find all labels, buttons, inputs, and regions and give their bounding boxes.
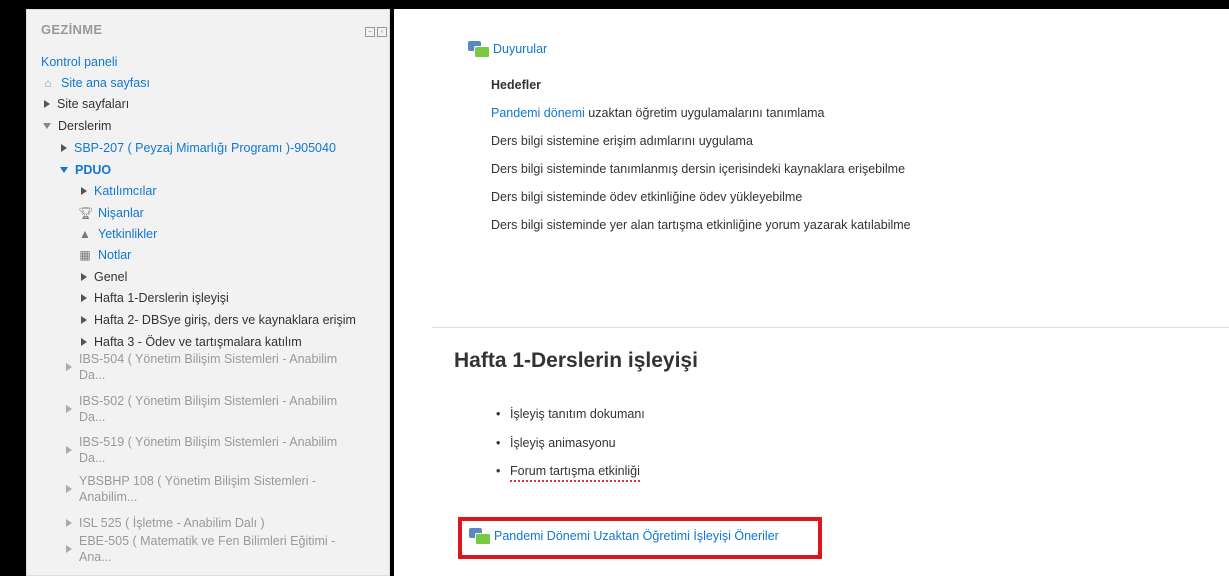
forum-recommendations-link[interactable]: Pandemi Dönemi Uzaktan Öğretimi İşleyişi… (469, 528, 779, 545)
expand-arrow-icon (66, 485, 72, 493)
dock-block-icon[interactable]: ‹ (377, 27, 387, 37)
expand-arrow-icon (66, 363, 72, 371)
nav-course-sbp207[interactable]: SBP-207 ( Peyzaj Mimarlığı Programı )-90… (61, 141, 336, 155)
section-items: İşleyiş tanıtım dokumanı İşleyiş animasy… (496, 407, 645, 493)
list-item[interactable]: İşleyiş animasyonu (496, 436, 645, 450)
nav-section-general[interactable]: Genel (81, 270, 127, 284)
expand-arrow-icon (81, 338, 87, 346)
nav-course-ibs502[interactable]: IBS-502 ( Yönetim Bilişim Sistemleri - A… (66, 393, 337, 425)
section-title: Hafta 1-Derslerin işleyişi (454, 349, 698, 372)
collapse-block-icon[interactable]: – (365, 27, 375, 37)
section-divider (432, 327, 1229, 328)
nav-course-ybsbhp108[interactable]: YBSBHP 108 ( Yönetim Bilişim Sistemleri … (66, 473, 316, 505)
forum-icon (468, 41, 490, 58)
expand-arrow-icon (44, 100, 50, 108)
course-content: Duyurular Hedefler Pandemi dönemi uzakta… (394, 9, 1229, 576)
expand-arrow-icon (66, 545, 72, 553)
collapse-arrow-icon (43, 123, 51, 129)
nav-grades[interactable]: ▦ Notlar (78, 248, 131, 262)
nav-section-week2[interactable]: Hafta 2- DBSye giriş, ders ve kaynaklara… (81, 313, 356, 327)
nav-course-ibs519[interactable]: IBS-519 ( Yönetim Bilişim Sistemleri - A… (66, 434, 337, 466)
grades-table-icon: ▦ (79, 248, 91, 262)
expand-arrow-icon (61, 144, 67, 152)
goal-item: Ders bilgi sisteminde yer alan tartışma … (491, 218, 911, 232)
goal-item: Ders bilgi sisteminde tanımlanmış dersin… (491, 162, 906, 176)
expand-arrow-icon (81, 294, 87, 302)
list-item[interactable]: Forum tartışma etkinliği (496, 464, 645, 482)
competency-icon: ▲ (79, 227, 91, 241)
collapse-arrow-icon (60, 167, 68, 173)
nav-section-week1[interactable]: Hafta 1-Derslerin işleyişi (81, 291, 229, 305)
trophy-icon: 🏆︎ (78, 206, 94, 220)
expand-arrow-icon (81, 187, 87, 195)
list-item[interactable]: İşleyiş tanıtım dokumanı (496, 407, 645, 421)
pandemic-period-link[interactable]: Pandemi dönemi (491, 106, 585, 120)
nav-dashboard[interactable]: Kontrol paneli (41, 55, 117, 69)
expand-arrow-icon (81, 273, 87, 281)
navigation-block-title: GEZİNME (41, 22, 103, 37)
nav-badges[interactable]: 🏆︎ Nişanlar (78, 206, 144, 220)
goal-item: Ders bilgi sisteminde ödev etkinliğine ö… (491, 190, 803, 204)
goals-section: Hedefler Pandemi dönemi uzaktan öğretim … (491, 78, 911, 246)
home-icon: ⌂ (44, 76, 52, 90)
navigation-block: GEZİNME – ‹ Kontrol paneli ⌂ Site ana sa… (26, 9, 390, 576)
nav-course-pduo[interactable]: PDUO (60, 163, 111, 177)
nav-competencies[interactable]: ▲ Yetkinlikler (78, 227, 157, 241)
expand-arrow-icon (66, 519, 72, 527)
block-controls: – ‹ (365, 27, 387, 37)
goals-title: Hedefler (491, 78, 542, 92)
nav-course-isl525[interactable]: ISL 525 ( İşletme - Anabilim Dalı ) (66, 516, 265, 530)
nav-course-ebe505[interactable]: EBE-505 ( Matematik ve Fen Bilimleri Eği… (66, 533, 335, 565)
nav-participants[interactable]: Katılımcılar (81, 184, 157, 198)
expand-arrow-icon (66, 446, 72, 454)
goal-item: Pandemi dönemi uzaktan öğretim uygulamal… (491, 106, 825, 120)
nav-course-ibs504[interactable]: IBS-504 ( Yönetim Bilişim Sistemleri - A… (66, 351, 337, 383)
announcements-link[interactable]: Duyurular (468, 41, 547, 58)
goal-item: Ders bilgi sistemine erişim adımlarını u… (491, 134, 753, 148)
expand-arrow-icon (81, 316, 87, 324)
nav-section-week3[interactable]: Hafta 3 - Ödev ve tartışmalara katılım (81, 335, 302, 349)
expand-arrow-icon (66, 405, 72, 413)
nav-site-pages[interactable]: Site sayfaları (44, 97, 129, 111)
nav-site-home[interactable]: ⌂ Site ana sayfası (41, 76, 150, 90)
forum-icon (469, 528, 491, 545)
nav-my-courses[interactable]: Derslerim (43, 119, 111, 133)
